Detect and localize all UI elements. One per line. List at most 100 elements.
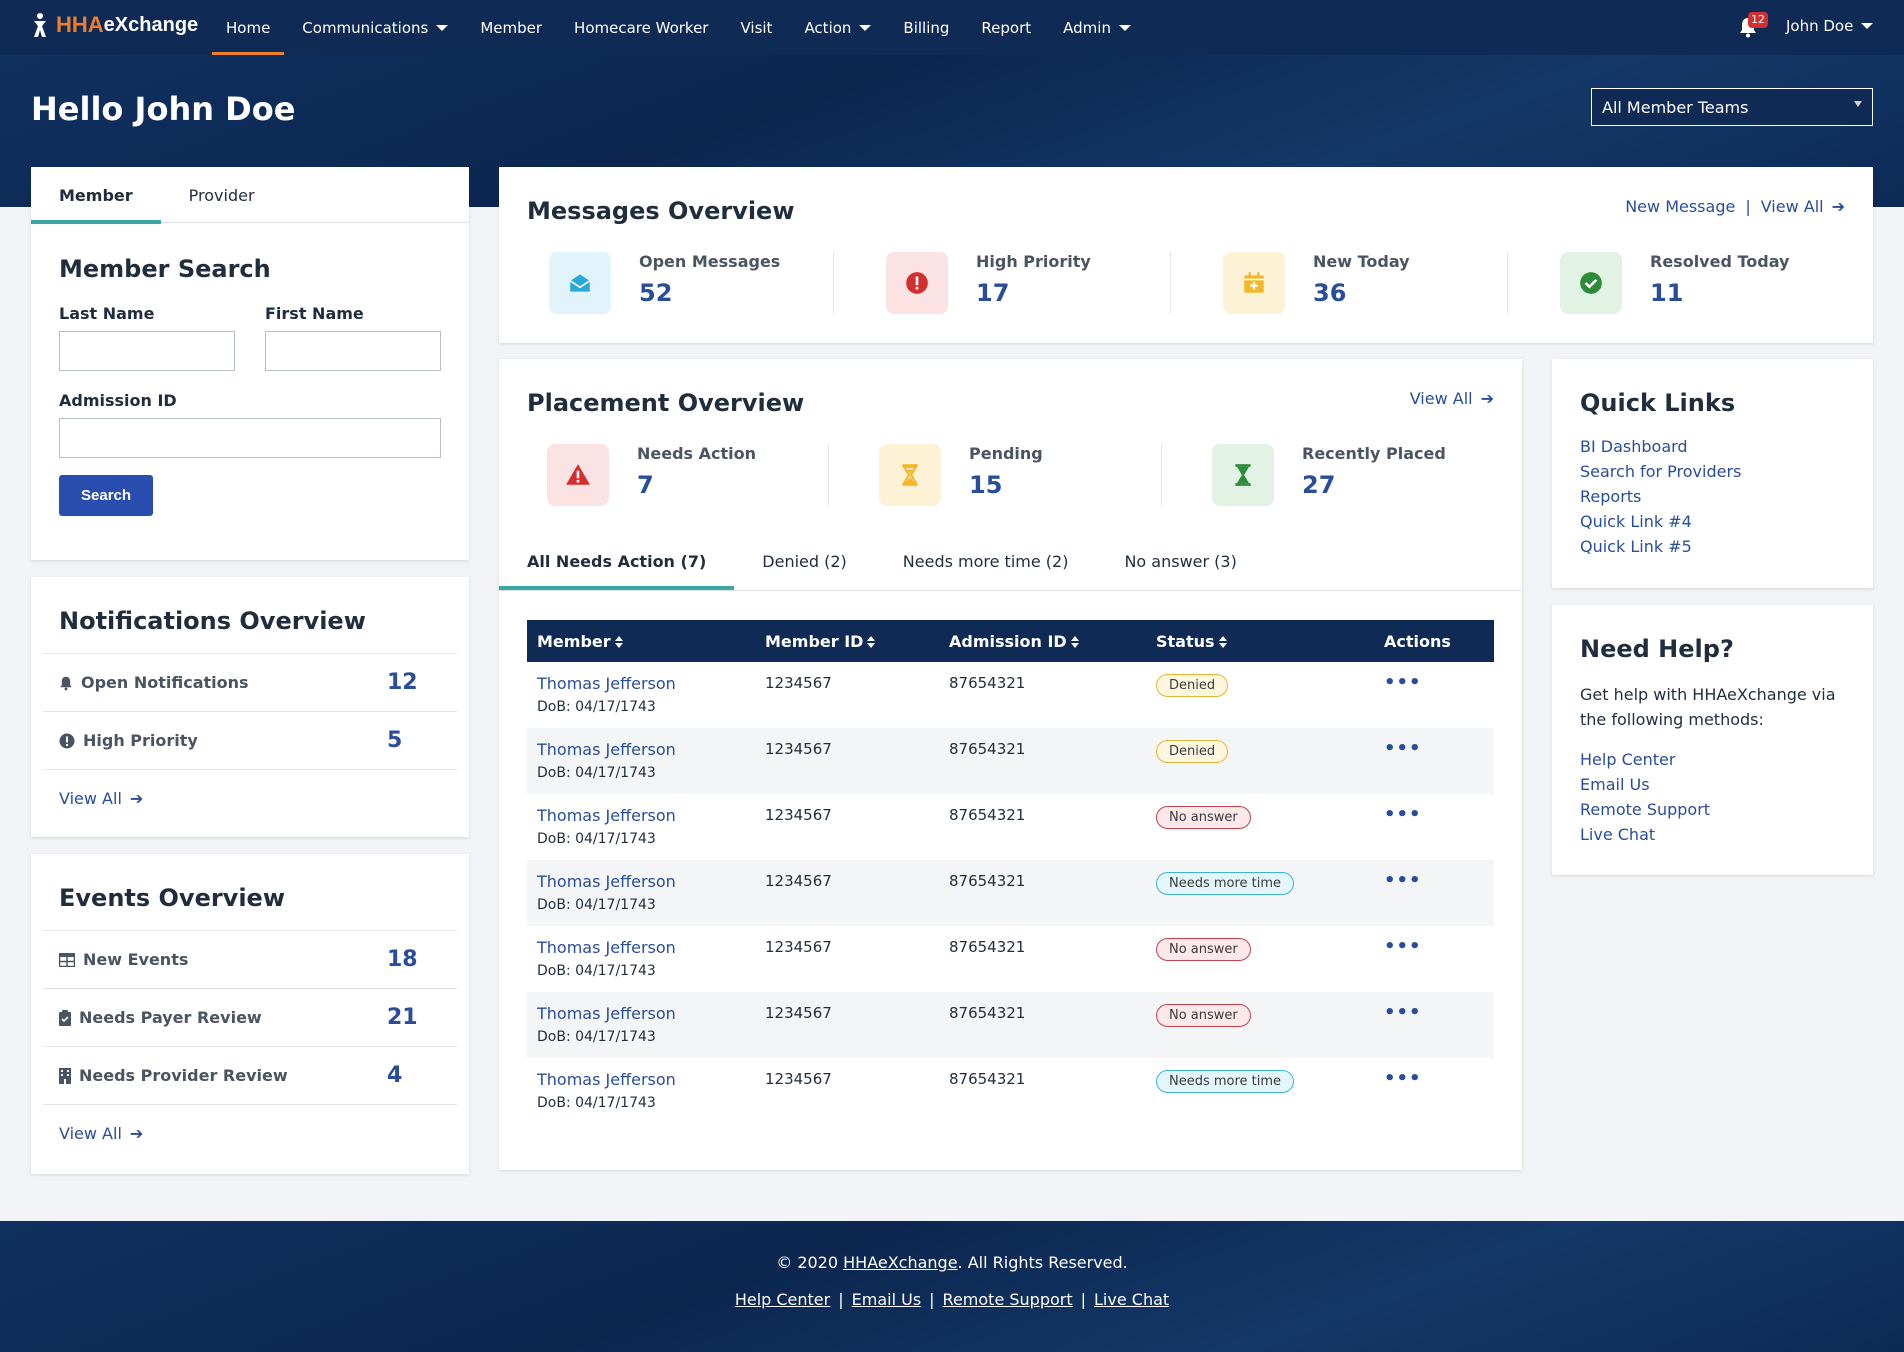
notifications-view-all-link[interactable]: View All ➔ (59, 789, 143, 808)
new-message-link[interactable]: New Message (1625, 197, 1735, 216)
column-header-label: Admission ID (949, 631, 1067, 651)
stat-resolved-today[interactable]: Resolved Today 11 (1560, 252, 1789, 314)
more-actions-icon[interactable]: ••• (1384, 870, 1422, 891)
stat-high-priority[interactable]: High Priority 17 (886, 252, 1091, 314)
help-link-remote-support[interactable]: Remote Support (1580, 797, 1710, 822)
nav-item-action[interactable]: Action (788, 0, 887, 55)
event-row-label: Needs Payer Review (79, 1008, 262, 1027)
table-header-row: Member Member ID Admission ID Status Actions (527, 620, 1494, 662)
nav-item-admin[interactable]: Admin (1047, 0, 1147, 55)
quick-link-bi-dashboard[interactable]: BI Dashboard (1580, 434, 1741, 459)
stat-pending[interactable]: Pending 15 (879, 444, 1043, 506)
footer-link-email-us[interactable]: Email Us (852, 1290, 922, 1309)
actions-cell: ••• (1374, 1058, 1494, 1124)
notification-row-count: 12 (387, 670, 418, 695)
more-actions-icon[interactable]: ••• (1384, 672, 1422, 693)
messages-view-all-link[interactable]: View All ➔ (1761, 197, 1845, 216)
footer-link-separator: | (929, 1290, 935, 1309)
tab-needs-more-time-2[interactable]: Needs more time (2) (875, 533, 1097, 589)
footer-link-help-center[interactable]: Help Center (735, 1290, 830, 1309)
view-all-label: View All (59, 789, 122, 808)
column-header-member-id[interactable]: Member ID (755, 620, 939, 662)
stat-value: 7 (637, 471, 654, 499)
user-menu[interactable]: John Doe (1786, 17, 1874, 35)
first-name-input[interactable] (265, 331, 441, 371)
admission-id-cell: 87654321 (949, 1004, 1026, 1022)
column-header-actions: Actions (1374, 620, 1494, 662)
member-name-link[interactable]: Thomas Jefferson (537, 872, 676, 891)
member-id-cell: 1234567 (765, 740, 832, 758)
hhaexchange-logo[interactable]: HHA eXchange (30, 12, 198, 38)
notification-row-high-priority[interactable]: High Priority 5 (43, 711, 457, 769)
events-view-all-link[interactable]: View All ➔ (59, 1124, 143, 1143)
member-dob: DoB: 04/17/1743 (537, 831, 656, 847)
notification-row-open[interactable]: Open Notifications 12 (43, 653, 457, 711)
last-name-input[interactable] (59, 331, 235, 371)
chevron-down-icon (859, 24, 872, 31)
member-team-select[interactable]: All Member Teams (1591, 88, 1873, 126)
stat-value: 36 (1313, 279, 1347, 307)
nav-item-member[interactable]: Member (464, 0, 558, 55)
stat-open-messages[interactable]: Open Messages 52 (549, 252, 780, 314)
member-name-link[interactable]: Thomas Jefferson (537, 1004, 676, 1023)
nav-item-report[interactable]: Report (965, 0, 1047, 55)
nav-item-home[interactable]: Home (210, 0, 286, 55)
stat-needs-action[interactable]: Needs Action 7 (547, 444, 756, 506)
arrow-right-icon: ➔ (129, 789, 144, 808)
footer-link-remote-support[interactable]: Remote Support (943, 1290, 1073, 1309)
quick-link-reports[interactable]: Reports (1580, 484, 1741, 509)
placement-overview-card: Placement Overview View All ➔ Needs Actio… (499, 359, 1522, 1170)
tab-member[interactable]: Member (31, 167, 161, 224)
help-link-live-chat[interactable]: Live Chat (1580, 822, 1710, 847)
stat-new-today[interactable]: New Today 36 (1223, 252, 1410, 314)
admission-id-cell: 87654321 (949, 740, 1026, 758)
more-actions-icon[interactable]: ••• (1384, 1068, 1422, 1089)
quick-link-quick-link-5[interactable]: Quick Link #5 (1580, 534, 1741, 559)
more-actions-icon[interactable]: ••• (1384, 1002, 1422, 1023)
nav-item-label: Home (226, 18, 271, 37)
event-row-payer-review[interactable]: Needs Payer Review 21 (43, 988, 457, 1046)
member-name-link[interactable]: Thomas Jefferson (537, 740, 676, 759)
column-header-admission-id[interactable]: Admission ID (939, 620, 1146, 662)
event-row-provider-review[interactable]: Needs Provider Review 4 (43, 1046, 457, 1104)
stat-label: Needs Action (637, 444, 757, 463)
member-name-link[interactable]: Thomas Jefferson (537, 806, 676, 825)
quick-link-quick-link-4[interactable]: Quick Link #4 (1580, 509, 1741, 534)
quick-link-search-for-providers[interactable]: Search for Providers (1580, 459, 1741, 484)
placement-view-all-link[interactable]: View All ➔ (1410, 389, 1494, 408)
tab-all-needs-action-7[interactable]: All Needs Action (7) (499, 533, 735, 590)
more-actions-icon[interactable]: ••• (1384, 936, 1422, 957)
stat-text: Needs Action 7 (637, 444, 756, 499)
footer-link-live-chat[interactable]: Live Chat (1094, 1290, 1169, 1309)
member-name-link[interactable]: Thomas Jefferson (537, 938, 676, 957)
column-header-member[interactable]: Member (527, 620, 755, 662)
more-actions-icon[interactable]: ••• (1384, 738, 1422, 759)
tab-provider[interactable]: Provider (161, 167, 283, 223)
help-link-email-us[interactable]: Email Us (1580, 772, 1710, 797)
events-title: Events Overview (59, 884, 285, 912)
arrow-right-icon: ➔ (1480, 389, 1494, 408)
member-name-link[interactable]: Thomas Jefferson (537, 1070, 676, 1089)
event-row-count: 4 (387, 1063, 403, 1088)
notifications-overview-card: Notifications Overview Open Notification… (31, 577, 469, 837)
sort-icon (1070, 636, 1079, 648)
event-row-new[interactable]: New Events 18 (43, 930, 457, 988)
more-actions-icon[interactable]: ••• (1384, 804, 1422, 825)
nav-item-homecare-worker[interactable]: Homecare Worker (558, 0, 724, 55)
member-name-link[interactable]: Thomas Jefferson (537, 674, 676, 693)
column-header-status[interactable]: Status (1146, 620, 1374, 662)
exclamation-circle-icon (59, 733, 75, 748)
tab-no-answer-3[interactable]: No answer (3) (1096, 533, 1264, 589)
first-name-label: First Name (265, 304, 364, 323)
stat-recently-placed[interactable]: Recently Placed 27 (1212, 444, 1446, 506)
stat-text: Open Messages 52 (639, 252, 780, 307)
hhaexchange-link[interactable]: HHAeXchange (843, 1253, 957, 1272)
tab-denied-2[interactable]: Denied (2) (734, 533, 875, 589)
nav-item-billing[interactable]: Billing (887, 0, 965, 55)
member-id-cell: 1234567 (765, 872, 832, 890)
admission-id-input[interactable] (59, 418, 441, 458)
help-link-help-center[interactable]: Help Center (1580, 747, 1710, 772)
search-button[interactable]: Search (59, 475, 153, 516)
nav-item-communications[interactable]: Communications (286, 0, 464, 55)
nav-item-visit[interactable]: Visit (724, 0, 788, 55)
